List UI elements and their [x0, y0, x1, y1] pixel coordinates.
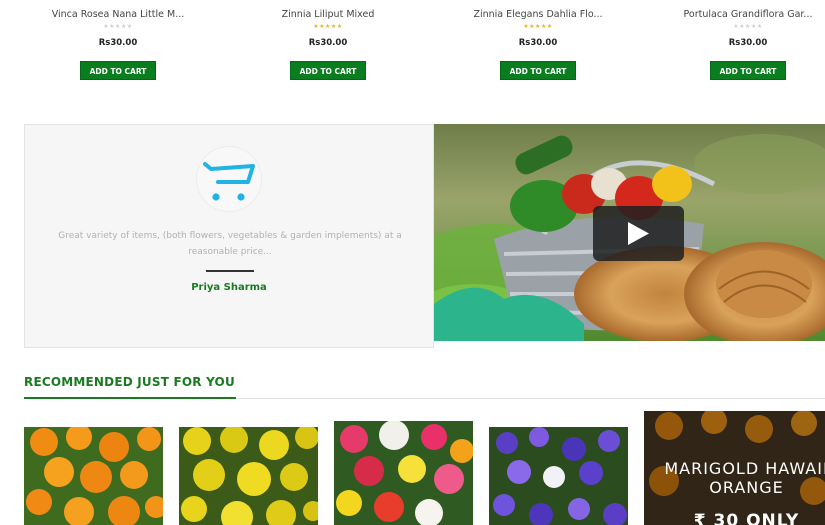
product-card: Portulaca Grandiflora Gar... ★★★★★ Rs30.… [663, 8, 825, 80]
testimonial-card: Great variety of items, (both flowers, v… [24, 124, 434, 348]
product-card: Zinnia Liliput Mixed ★★★★★ Rs30.00 ADD T… [243, 8, 413, 80]
product-name[interactable]: Zinnia Elegans Dahlia Flo... [453, 8, 623, 22]
section-title-underline [24, 397, 236, 399]
product-name[interactable]: Vinca Rosea Nana Little M... [33, 8, 203, 22]
star-icon: ★ [336, 23, 343, 30]
marigold-yellow-thumbnail[interactable] [179, 427, 318, 525]
shopping-cart-icon [196, 146, 262, 212]
testimonial-quote: Great variety of items, (both flowers, v… [58, 231, 402, 257]
product-price: Rs30.00 [518, 38, 558, 48]
rating-stars: ★★★★★ [453, 23, 623, 32]
rating-stars: ★★★★★ [243, 23, 413, 32]
add-to-cart-button[interactable]: ADD TO CART [79, 61, 157, 80]
page: Vinca Rosea Nana Little M... ★★★★★ Rs30.… [0, 0, 825, 525]
purple-flowers-image [489, 427, 628, 525]
add-to-cart-button[interactable]: ADD TO CART [289, 61, 367, 80]
orange-marigold-image [24, 427, 163, 525]
section-title: RECOMMENDED JUST FOR YOU [24, 375, 235, 389]
product-name[interactable]: Portulaca Grandiflora Gar... [663, 8, 825, 22]
product-name[interactable]: Zinnia Liliput Mixed [243, 8, 413, 22]
zinnia-flowers-image [334, 421, 473, 525]
promo-banner[interactable]: MARIGOLD HAWAII ORANGE ₹ 30 ONLY [644, 411, 825, 525]
rating-stars: ★★★★★ [663, 23, 825, 32]
promo-title: MARIGOLD HAWAII ORANGE [664, 459, 825, 497]
add-to-cart-button[interactable]: ADD TO CART [709, 61, 787, 80]
star-icon: ★ [126, 23, 133, 30]
promo-price: ₹ 30 ONLY [693, 511, 800, 525]
video-player[interactable] [434, 124, 825, 341]
marigold-orange-thumbnail[interactable] [24, 427, 163, 525]
product-card: Vinca Rosea Nana Little M... ★★★★★ Rs30.… [33, 8, 203, 80]
testimonial-author: Priya Sharma [191, 282, 267, 293]
zinnia-thumbnail[interactable] [334, 421, 473, 525]
product-card: Zinnia Elegans Dahlia Flo... ★★★★★ Rs30.… [453, 8, 623, 80]
yellow-marigold-image [179, 427, 318, 525]
cineraria-thumbnail[interactable] [489, 427, 628, 525]
product-price: Rs30.00 [728, 38, 768, 48]
rating-stars: ★★★★★ [33, 23, 203, 32]
play-button[interactable] [593, 206, 684, 261]
divider [206, 270, 254, 272]
star-icon: ★ [546, 23, 553, 30]
product-price: Rs30.00 [98, 38, 138, 48]
add-to-cart-button[interactable]: ADD TO CART [499, 61, 577, 80]
play-icon [628, 222, 649, 245]
product-strip: Vinca Rosea Nana Little M... ★★★★★ Rs30.… [0, 0, 825, 92]
star-icon: ★ [756, 23, 763, 30]
product-price: Rs30.00 [308, 38, 348, 48]
